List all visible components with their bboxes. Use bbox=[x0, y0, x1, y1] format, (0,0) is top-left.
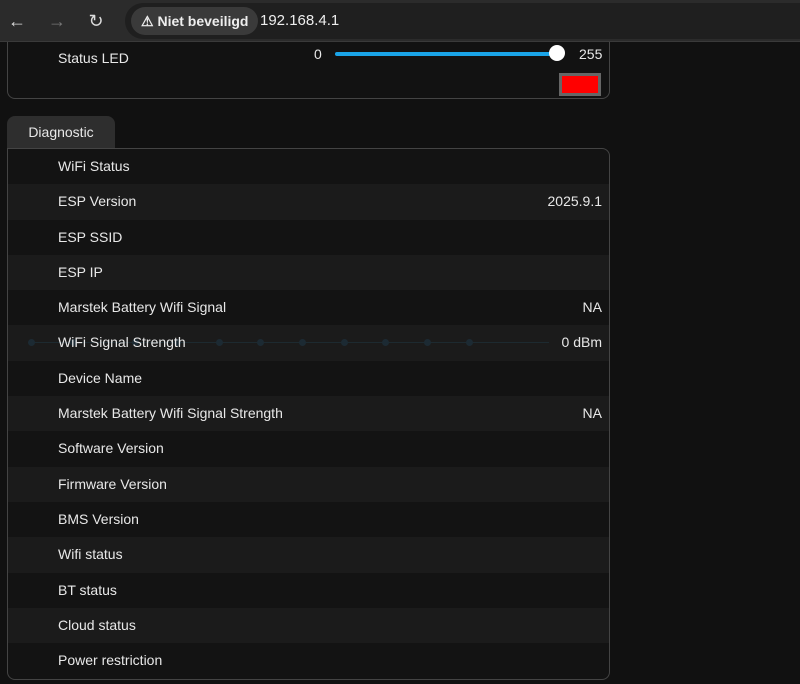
warning-icon: ⚠ bbox=[141, 13, 154, 29]
list-item: Wifi status bbox=[8, 537, 609, 573]
diagnostic-list: WiFi Status ESP Version 2025.9.1 ESP SSID ES… bbox=[7, 148, 610, 680]
url-text[interactable]: 192.168.4.1 bbox=[260, 3, 339, 39]
list-item: Cloud status bbox=[8, 607, 609, 644]
slider-min: 0 bbox=[314, 46, 322, 62]
item-value: 2025.9.1 bbox=[547, 193, 603, 210]
item-label: Power restriction bbox=[58, 652, 163, 669]
list-item: Software Version bbox=[8, 431, 609, 466]
list-item: ESP Version 2025.9.1 bbox=[8, 184, 609, 220]
brightness-slider[interactable] bbox=[335, 52, 559, 56]
item-label: Software Version bbox=[58, 440, 164, 457]
address-bar[interactable]: ⚠ Niet beveiligd 192.168.4.1 bbox=[125, 3, 800, 39]
list-item: Marstek Battery Wifi Signal NA bbox=[8, 290, 609, 325]
list-item: Device Name bbox=[8, 361, 609, 396]
status-led-label: Status LED bbox=[58, 50, 129, 66]
item-value: NA bbox=[582, 299, 602, 316]
item-label: ESP IP bbox=[58, 263, 103, 280]
list-item: Power restriction bbox=[8, 643, 609, 678]
list-item: WiFi Signal Strength 0 dBm bbox=[8, 325, 609, 361]
item-label: ESP Version bbox=[58, 193, 137, 210]
list-item: BT status bbox=[8, 573, 609, 608]
list-item: BMS Version bbox=[8, 502, 609, 537]
item-label: Cloud status bbox=[58, 616, 136, 633]
back-arrow-icon[interactable]: ← bbox=[5, 9, 29, 33]
item-label: Marstek Battery Wifi Signal bbox=[58, 299, 227, 316]
item-label: WiFi Status bbox=[58, 158, 130, 174]
list-item: WiFi Status bbox=[8, 149, 609, 184]
browser-toolbar: ← → ↻ ⚠ Niet beveiligd 192.168.4.1 bbox=[0, 0, 800, 42]
item-value: NA bbox=[582, 405, 602, 422]
tab-diagnostic[interactable]: Diagnostic bbox=[7, 116, 115, 150]
list-item: Firmware Version bbox=[8, 466, 609, 502]
list-item: Marstek Battery Wifi Signal Strength NA bbox=[8, 396, 609, 432]
slider-thumb[interactable] bbox=[549, 45, 565, 61]
item-value: 0 dBm bbox=[561, 334, 602, 351]
item-label: WiFi Signal Strength bbox=[58, 334, 186, 351]
slider-max: 255 bbox=[579, 46, 603, 62]
forward-arrow-icon[interactable]: → bbox=[45, 9, 69, 33]
reload-icon[interactable]: ↻ bbox=[84, 9, 108, 33]
item-label: BMS Version bbox=[58, 510, 139, 527]
item-label: BT status bbox=[58, 581, 117, 598]
item-label: Wifi status bbox=[58, 546, 123, 563]
list-item: ESP SSID bbox=[8, 220, 609, 255]
item-label: Firmware Version bbox=[58, 475, 167, 492]
color-picker[interactable] bbox=[559, 73, 601, 96]
item-label: ESP SSID bbox=[58, 228, 123, 245]
item-label: Device Name bbox=[58, 369, 143, 386]
item-label: Marstek Battery Wifi Signal Strength bbox=[58, 405, 283, 422]
list-item: ESP IP bbox=[8, 254, 609, 291]
security-chip[interactable]: ⚠ Niet beveiligd bbox=[131, 7, 259, 35]
